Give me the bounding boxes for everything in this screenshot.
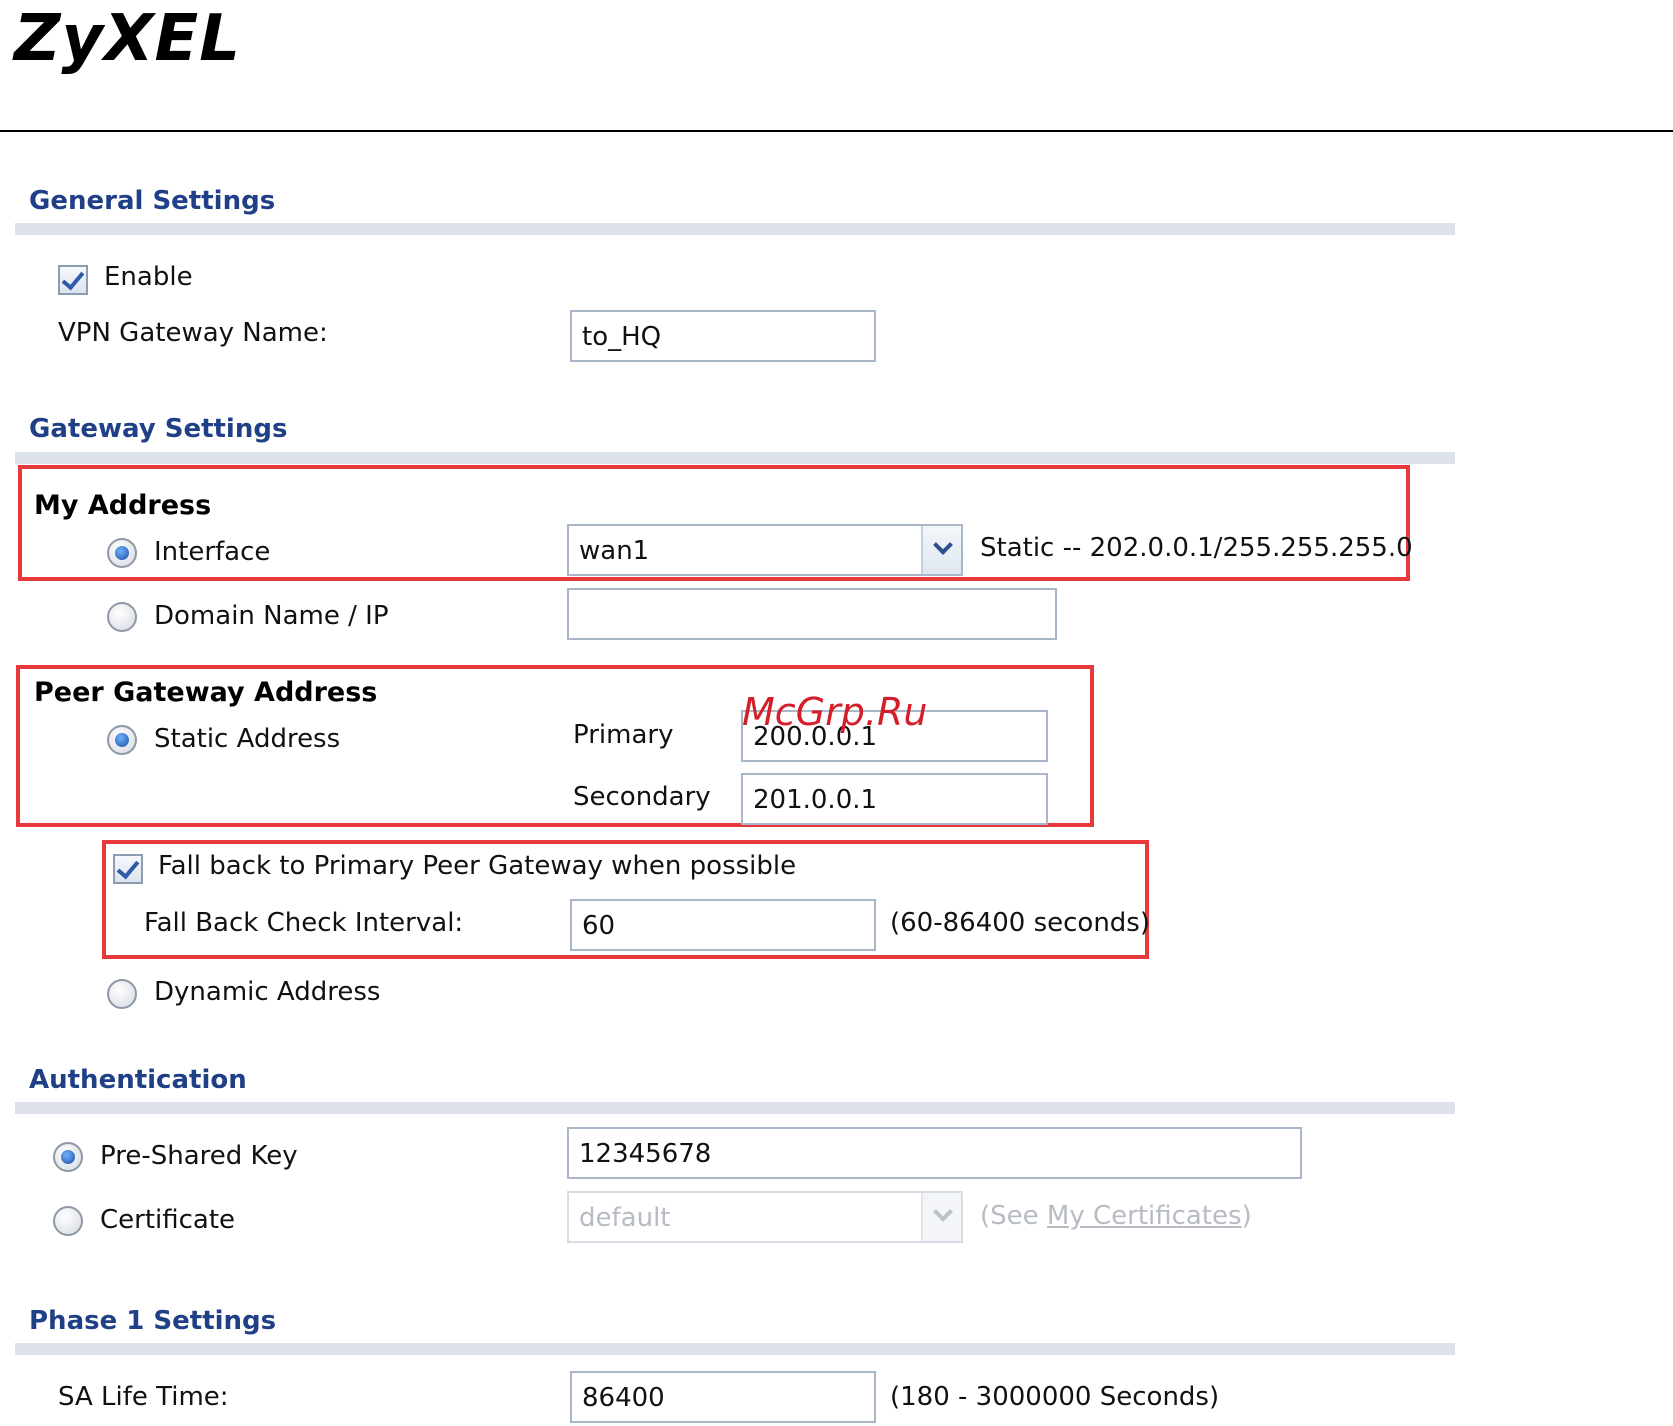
- gateway-name-input[interactable]: to_HQ: [570, 310, 876, 362]
- secondary-input[interactable]: 201.0.0.1: [741, 773, 1048, 825]
- domain-input[interactable]: [567, 588, 1057, 640]
- domain-radio[interactable]: [107, 602, 137, 632]
- zyxel-logo: ZyXEL: [14, 2, 241, 76]
- certificate-hint-suffix: ): [1241, 1201, 1252, 1231]
- certificate-select[interactable]: default: [567, 1191, 963, 1243]
- interface-radio[interactable]: [107, 538, 137, 568]
- interface-info: Static -- 202.0.0.1/255.255.255.0: [980, 533, 1413, 563]
- certificate-hint: (See My Certificates): [980, 1201, 1252, 1231]
- chevron-down-icon: [933, 535, 953, 555]
- check-icon: [116, 855, 140, 880]
- static-address-radio[interactable]: [107, 725, 137, 755]
- interface-select[interactable]: wan1: [567, 524, 963, 576]
- check-icon: [61, 266, 85, 291]
- fallback-checkbox[interactable]: [113, 854, 143, 884]
- certificate-select-value: default: [579, 1203, 671, 1233]
- certificate-select-arrow[interactable]: [921, 1193, 961, 1241]
- section-bar-phase1: [15, 1343, 1455, 1355]
- radio-selected-dot: [115, 546, 129, 560]
- interval-input[interactable]: 60: [570, 899, 876, 951]
- fallback-label: Fall back to Primary Peer Gateway when p…: [158, 851, 797, 881]
- enable-label: Enable: [104, 262, 193, 292]
- interval-label: Fall Back Check Interval:: [144, 908, 464, 938]
- header-divider: [0, 130, 1673, 132]
- interval-hint: (60-86400 seconds): [890, 908, 1150, 938]
- interface-select-value: wan1: [579, 536, 650, 566]
- domain-label: Domain Name / IP: [154, 601, 389, 631]
- section-title-general: General Settings: [29, 186, 276, 216]
- static-address-label: Static Address: [154, 724, 341, 754]
- interface-label: Interface: [154, 537, 271, 567]
- certificate-label: Certificate: [100, 1205, 236, 1235]
- section-bar-general: [15, 223, 1455, 235]
- my-address-heading: My Address: [34, 490, 212, 521]
- peer-gateway-heading: Peer Gateway Address: [34, 677, 378, 708]
- dynamic-address-radio[interactable]: [107, 979, 137, 1009]
- chevron-down-icon: [933, 1202, 953, 1222]
- certificate-hint-prefix: (See: [980, 1201, 1047, 1231]
- psk-label: Pre-Shared Key: [100, 1141, 298, 1171]
- interface-select-arrow[interactable]: [921, 526, 961, 574]
- sa-lifetime-hint: (180 - 3000000 Seconds): [890, 1382, 1220, 1412]
- certificate-radio[interactable]: [53, 1206, 83, 1236]
- secondary-label: Secondary: [573, 782, 711, 812]
- psk-input[interactable]: 12345678: [567, 1127, 1302, 1179]
- sa-lifetime-label: SA Life Time:: [58, 1382, 229, 1412]
- section-bar-authentication: [15, 1102, 1455, 1114]
- sa-lifetime-input[interactable]: 86400: [570, 1371, 876, 1423]
- watermark-text: McGrp.Ru: [742, 690, 928, 734]
- primary-label: Primary: [573, 720, 674, 750]
- section-title-gateway: Gateway Settings: [29, 414, 288, 444]
- my-certificates-link[interactable]: My Certificates: [1047, 1201, 1242, 1231]
- section-bar-gateway: [15, 452, 1455, 464]
- radio-selected-dot: [115, 733, 129, 747]
- radio-selected-dot: [61, 1150, 75, 1164]
- section-title-phase1: Phase 1 Settings: [29, 1306, 277, 1336]
- gateway-name-label: VPN Gateway Name:: [58, 318, 328, 348]
- section-title-authentication: Authentication: [29, 1065, 247, 1095]
- psk-radio[interactable]: [53, 1142, 83, 1172]
- enable-checkbox[interactable]: [58, 265, 88, 295]
- dynamic-address-label: Dynamic Address: [154, 977, 381, 1007]
